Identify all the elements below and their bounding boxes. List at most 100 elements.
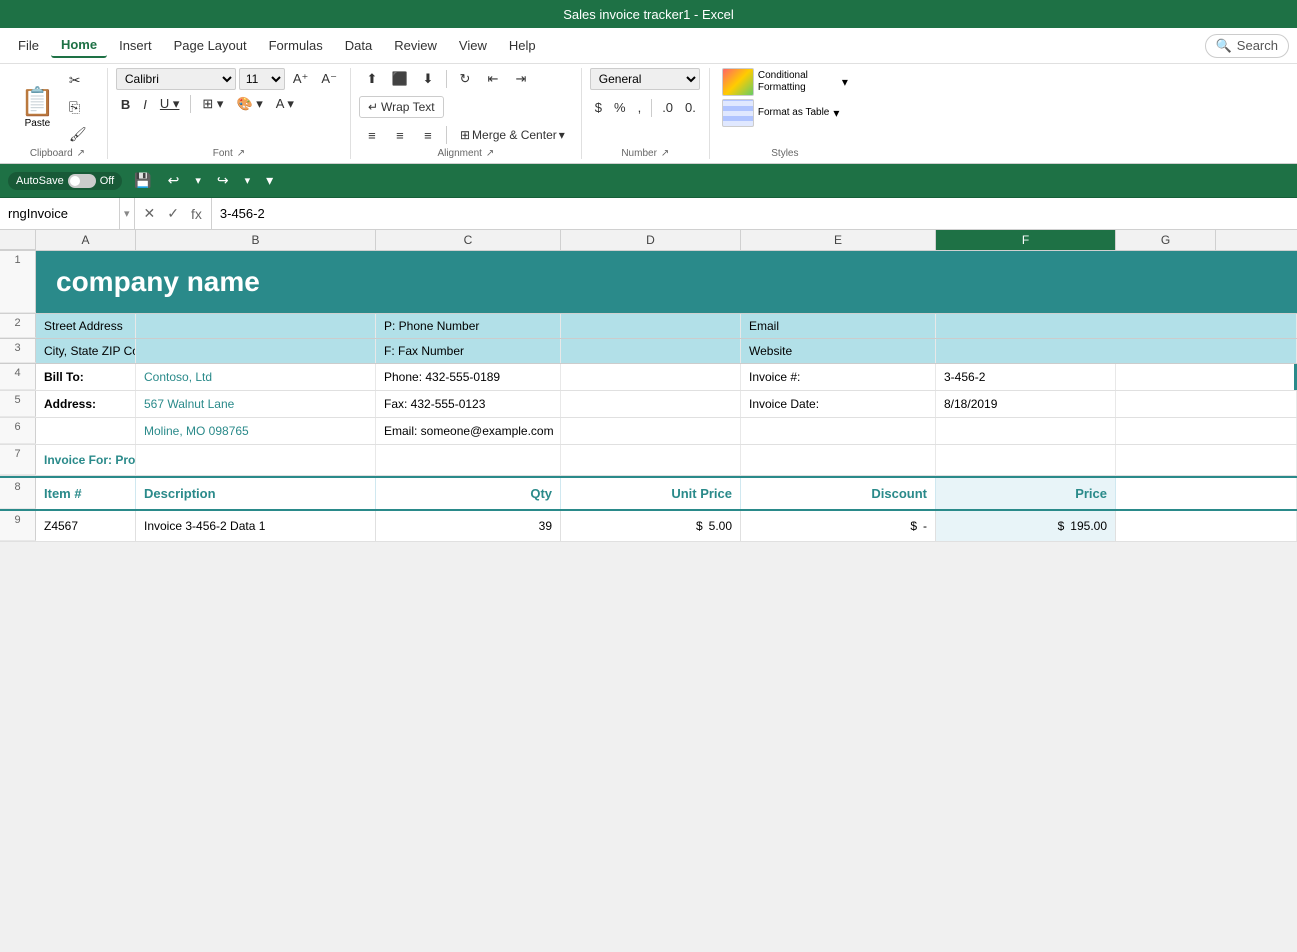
cell-e4[interactable]: Invoice #: [741,364,936,390]
col-header-g[interactable]: G [1116,230,1216,250]
cell-f6[interactable] [936,418,1116,444]
col-header-f[interactable]: F [936,230,1116,250]
menu-file[interactable]: File [8,34,49,57]
cancel-formula-button[interactable]: ✕ [141,203,159,224]
percent-button[interactable]: % [609,98,631,117]
col-header-d[interactable]: D [561,230,741,250]
increase-decimal-button[interactable]: .0 [657,98,678,117]
cell-d3[interactable] [561,339,741,363]
formula-input[interactable] [212,198,1297,229]
cell-g7[interactable] [1116,445,1297,475]
comma-button[interactable]: , [633,98,647,117]
cell-c5[interactable]: Fax: 432-555-0123 [376,391,561,417]
cell-h8[interactable] [1116,478,1297,509]
font-expand-icon[interactable]: ↗ [237,148,245,159]
decrease-font-button[interactable]: A⁻ [316,69,342,89]
fill-color-button[interactable]: 🎨 ▾ [231,94,267,114]
indent-increase-button[interactable]: ⇥ [508,68,534,90]
cell-e5[interactable]: Invoice Date: [741,391,936,417]
insert-function-button[interactable]: fx [188,204,205,224]
cell-b4[interactable]: Contoso, Ltd [136,364,376,390]
currency-button[interactable]: $ [590,98,607,117]
redo-button[interactable]: ↪ [213,170,233,191]
company-header-cell[interactable]: company name [36,251,1297,313]
menu-insert[interactable]: Insert [109,34,162,57]
table-header-unit-price[interactable]: Unit Price [561,478,741,509]
confirm-formula-button[interactable]: ✓ [164,203,182,224]
cell-c9-qty[interactable]: 39 [376,511,561,541]
cell-g5[interactable] [1116,391,1297,417]
autosave-toggle[interactable]: AutoSave Off [8,172,122,190]
align-bottom-button[interactable]: ⬇ [415,68,441,90]
table-header-discount[interactable]: Discount [741,478,936,509]
cell-a2[interactable]: Street Address [36,314,136,338]
cell-d9-unit-price[interactable]: $ 5.00 [561,511,741,541]
underline-button[interactable]: U ▾ [155,94,185,114]
cell-a7-invoice-for[interactable]: Invoice For: Project 2 [36,445,136,475]
menu-data[interactable]: Data [335,34,382,57]
cell-f7[interactable] [936,445,1116,475]
wrap-text-button[interactable]: ↵ Wrap Text [359,96,444,118]
cell-e7[interactable] [741,445,936,475]
table-header-price[interactable]: Price [936,478,1116,509]
undo-chevron[interactable]: ▾ [191,172,205,189]
menu-help[interactable]: Help [499,34,546,57]
cell-c4[interactable]: Phone: 432-555-0189 [376,364,561,390]
table-header-qty[interactable]: Qty [376,478,561,509]
cell-d7[interactable] [561,445,741,475]
bold-button[interactable]: B [116,95,135,114]
redo-chevron[interactable]: ▾ [241,172,255,189]
cell-b9-description[interactable]: Invoice 3-456-2 Data 1 [136,511,376,541]
cell-b7[interactable] [136,445,376,475]
cell-b6[interactable]: Moline, MO 098765 [136,418,376,444]
name-box-chevron[interactable]: ▾ [120,207,134,220]
save-button[interactable]: 💾 [130,170,155,191]
paste-button[interactable]: 📋 Paste [16,81,59,133]
format-painter-button[interactable]: 🖌 [63,123,99,146]
cell-d4[interactable] [561,364,741,390]
undo-button[interactable]: ↩ [164,170,184,191]
borders-button[interactable]: ⊞ ▾ [197,94,228,114]
table-header-description[interactable]: Description [136,478,376,509]
cell-e6[interactable] [741,418,936,444]
align-right-button[interactable]: ≡ [415,124,441,146]
cell-f4[interactable]: 3-456-2 [936,364,1116,390]
cell-d5[interactable] [561,391,741,417]
cell-c6[interactable]: Email: someone@example.com [376,418,561,444]
cell-a3[interactable]: City, State ZIP Code [36,339,136,363]
cut-button[interactable]: ✂ [63,69,99,92]
search-box[interactable]: 🔍 Search [1205,34,1289,58]
format-as-table-button[interactable]: Format as Table ▾ [722,99,848,127]
cell-f9-price[interactable]: $ 195.00 [936,511,1116,541]
cell-a5[interactable]: Address: [36,391,136,417]
cell-a9-item[interactable]: Z4567 [36,511,136,541]
align-center-button[interactable]: ≡ [387,124,413,146]
table-header-item[interactable]: Item # [36,478,136,509]
copy-button[interactable]: ⎘ [63,96,99,119]
conditional-formatting-button[interactable]: Conditional Formatting ▾ [722,68,848,96]
menu-formulas[interactable]: Formulas [259,34,333,57]
menu-review[interactable]: Review [384,34,447,57]
cell-f3[interactable] [936,339,1297,363]
cell-a4[interactable]: Bill To: [36,364,136,390]
font-color-button[interactable]: A ▾ [271,94,299,114]
customize-quick-access-button[interactable]: ▾ [262,170,277,191]
number-expand-icon[interactable]: ↗ [661,148,669,159]
cell-e2[interactable]: Email [741,314,936,338]
cell-c3[interactable]: F: Fax Number [376,339,561,363]
clipboard-expand-icon[interactable]: ↗ [77,148,85,159]
number-format-select[interactable]: General [590,68,700,90]
text-direction-button[interactable]: ↻ [452,68,478,90]
cell-b3[interactable] [136,339,376,363]
col-header-a[interactable]: A [36,230,136,250]
cell-f2[interactable] [936,314,1297,338]
cell-c2[interactable]: P: Phone Number [376,314,561,338]
align-middle-button[interactable]: ⬛ [387,68,413,90]
align-top-button[interactable]: ⬆ [359,68,385,90]
italic-button[interactable]: I [138,95,152,114]
cell-g4[interactable] [1116,364,1297,390]
font-name-select[interactable]: Calibri [116,68,236,90]
font-size-select[interactable]: 11 [239,68,285,90]
merge-center-button[interactable]: ⊞ Merge & Center ▾ [452,125,573,145]
menu-page-layout[interactable]: Page Layout [164,34,257,57]
